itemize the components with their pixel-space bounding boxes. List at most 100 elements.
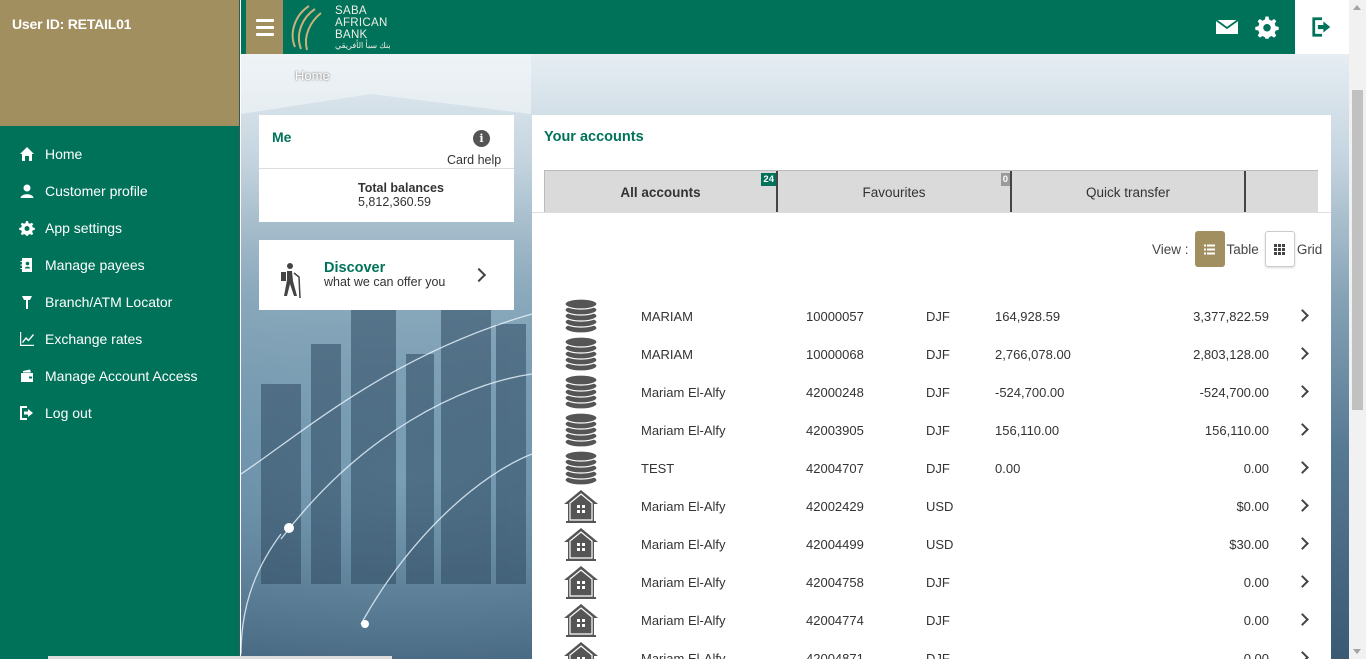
sidebar-item-label: Manage Account Access bbox=[45, 367, 198, 384]
sidebar-item-branch-atm-locator[interactable]: Branch/ATM Locator bbox=[0, 283, 239, 320]
account-number: 10000068 bbox=[806, 347, 864, 362]
account-number: 42003905 bbox=[806, 423, 864, 438]
sidebar-item-manage-payees[interactable]: Manage payees bbox=[0, 246, 239, 283]
map-pin-icon bbox=[18, 293, 36, 311]
table-view-label[interactable]: Table bbox=[1227, 242, 1259, 257]
account-row[interactable]: MARIAM 10000068 DJF 2,766,078.00 2,803,128.0… bbox=[532, 335, 1331, 373]
card-help-link[interactable]: Card help bbox=[447, 153, 501, 167]
divider bbox=[259, 168, 514, 169]
account-balance: 156,110.00 bbox=[1204, 423, 1269, 438]
sidebar-item-log-out[interactable]: Log out bbox=[0, 394, 239, 431]
tab-favourites[interactable]: Favourites 0 bbox=[778, 171, 1012, 213]
chevron-right-icon[interactable] bbox=[1296, 423, 1309, 436]
account-currency: USD bbox=[926, 537, 954, 552]
breadcrumb[interactable]: Home bbox=[295, 68, 330, 83]
account-row[interactable]: Mariam El-Alfy 42004499 USD $30.00 bbox=[532, 525, 1331, 563]
logout-button[interactable] bbox=[1295, 0, 1349, 54]
account-row[interactable]: Mariam El-Alfy 42004758 DJF 0.00 bbox=[532, 563, 1331, 601]
account-row[interactable]: Mariam El-Alfy 42004774 DJF 0.00 bbox=[532, 601, 1331, 639]
account-row[interactable]: MARIAM 10000057 DJF 164,928.59 3,377,822.59 bbox=[532, 297, 1331, 335]
grid-icon bbox=[1274, 243, 1286, 255]
account-name: Mariam El-Alfy bbox=[641, 575, 726, 590]
account-balance: 2,803,128.00 bbox=[1193, 347, 1269, 362]
account-row[interactable]: Mariam El-Alfy 42002429 USD $0.00 bbox=[532, 487, 1331, 525]
chevron-right-icon[interactable] bbox=[1296, 651, 1309, 659]
table-view-button[interactable] bbox=[1194, 231, 1225, 267]
info-icon[interactable]: i bbox=[473, 130, 490, 147]
house-icon bbox=[564, 566, 598, 599]
account-available-balance: 0.00 bbox=[995, 461, 1021, 476]
bank-logo-emblem-icon bbox=[291, 5, 322, 51]
accounts-title: Your accounts bbox=[544, 129, 644, 145]
account-name: Mariam El-Alfy bbox=[641, 385, 726, 400]
hamburger-menu-button[interactable] bbox=[246, 0, 283, 54]
accounts-panel: Your accounts All accounts 24 Favourites… bbox=[532, 115, 1331, 659]
sidebar-item-label: Manage payees bbox=[45, 256, 145, 273]
sidebar-item-app-settings[interactable]: App settings bbox=[0, 209, 239, 246]
account-balance: $0.00 bbox=[1236, 499, 1269, 514]
account-currency: DJF bbox=[926, 423, 950, 438]
sidebar: User ID: RETAIL01 Home Customer profile … bbox=[0, 0, 240, 659]
sidebar-item-label: App settings bbox=[45, 219, 123, 236]
chevron-right-icon[interactable] bbox=[1296, 499, 1309, 512]
tab-label: Quick transfer bbox=[1085, 184, 1171, 200]
account-name: Mariam El-Alfy bbox=[641, 613, 726, 628]
gear-icon bbox=[18, 219, 36, 237]
account-row[interactable]: Mariam El-Alfy 42004871 DJF 0.00 bbox=[532, 639, 1331, 659]
logo-text-arabic: بنك سبأ الأفريقي bbox=[335, 40, 391, 50]
grid-view-button[interactable] bbox=[1264, 231, 1295, 267]
wallet-icon bbox=[18, 367, 36, 385]
settings-button[interactable] bbox=[1247, 0, 1287, 54]
scroll-down-icon[interactable] bbox=[1353, 649, 1361, 654]
scroll-up-icon[interactable] bbox=[1353, 5, 1361, 10]
page-scrollbar[interactable] bbox=[1349, 0, 1366, 659]
discover-subtitle: what we can offer you bbox=[324, 275, 446, 289]
account-row[interactable]: Mariam El-Alfy 42003905 DJF 156,110.00 156,1… bbox=[532, 411, 1331, 449]
tab-quick-transfer[interactable]: Quick transfer bbox=[1012, 171, 1246, 213]
logo-text-african: AFRICAN bbox=[335, 16, 388, 29]
chevron-right-icon[interactable] bbox=[1296, 537, 1309, 550]
chevron-right-icon[interactable] bbox=[1296, 309, 1309, 322]
account-available-balance: 2,766,078.00 bbox=[995, 347, 1071, 362]
sidebar-item-exchange-rates[interactable]: Exchange rates bbox=[0, 320, 239, 357]
account-row[interactable]: TEST 42004707 DJF 0.00 0.00 bbox=[532, 449, 1331, 487]
sidebar-item-label: Home bbox=[45, 145, 83, 162]
sidebar-item-customer-profile[interactable]: Customer profile bbox=[0, 172, 239, 209]
sidebar-item-home[interactable]: Home bbox=[0, 135, 239, 172]
sidebar-item-manage-account-access[interactable]: Manage Account Access bbox=[0, 357, 239, 394]
account-balance: 3,377,822.59 bbox=[1193, 309, 1269, 324]
house-icon bbox=[564, 528, 598, 561]
sidebar-nav: Home Customer profile App settings Manag… bbox=[0, 126, 239, 431]
top-bar: SABA AFRICAN BANK بنك سبأ الأفريقي bbox=[241, 0, 1349, 54]
account-currency: DJF bbox=[926, 347, 950, 362]
user-icon bbox=[18, 182, 36, 200]
account-name: MARIAM bbox=[641, 309, 693, 324]
account-number: 42004774 bbox=[806, 613, 864, 628]
chevron-right-icon[interactable] bbox=[1296, 575, 1309, 588]
chevron-right-icon[interactable] bbox=[1296, 461, 1309, 474]
account-balance: $30.00 bbox=[1229, 537, 1269, 552]
sidebar-item-label: Log out bbox=[45, 404, 92, 421]
tab-all-accounts[interactable]: All accounts 24 bbox=[544, 171, 778, 213]
chevron-right-icon[interactable] bbox=[1296, 613, 1309, 626]
account-balance: 0.00 bbox=[1243, 575, 1269, 590]
account-currency: DJF bbox=[926, 651, 950, 659]
scrollbar-thumb[interactable] bbox=[1352, 90, 1363, 410]
messages-button[interactable] bbox=[1207, 0, 1247, 54]
grid-view-label[interactable]: Grid bbox=[1297, 242, 1323, 257]
sidebar-item-label: Customer profile bbox=[45, 182, 148, 199]
me-card: Me i Card help Total balances 5,812,360.… bbox=[259, 115, 514, 222]
tab-label: All accounts bbox=[620, 184, 701, 200]
chevron-right-icon bbox=[471, 267, 487, 283]
logo-text-bank: BANK bbox=[335, 28, 368, 41]
discover-card[interactable]: Discover what we can offer you bbox=[259, 240, 514, 310]
account-balance: 0.00 bbox=[1243, 613, 1269, 628]
me-card-title: Me bbox=[272, 129, 292, 145]
user-id-label: User ID: RETAIL01 bbox=[0, 0, 239, 126]
chevron-right-icon[interactable] bbox=[1296, 347, 1309, 360]
account-row[interactable]: Mariam El-Alfy 42000248 DJF -524,700.00 -524… bbox=[532, 373, 1331, 411]
hamburger-icon bbox=[255, 18, 274, 22]
house-icon bbox=[564, 642, 598, 659]
chevron-right-icon[interactable] bbox=[1296, 385, 1309, 398]
house-icon bbox=[564, 604, 598, 637]
